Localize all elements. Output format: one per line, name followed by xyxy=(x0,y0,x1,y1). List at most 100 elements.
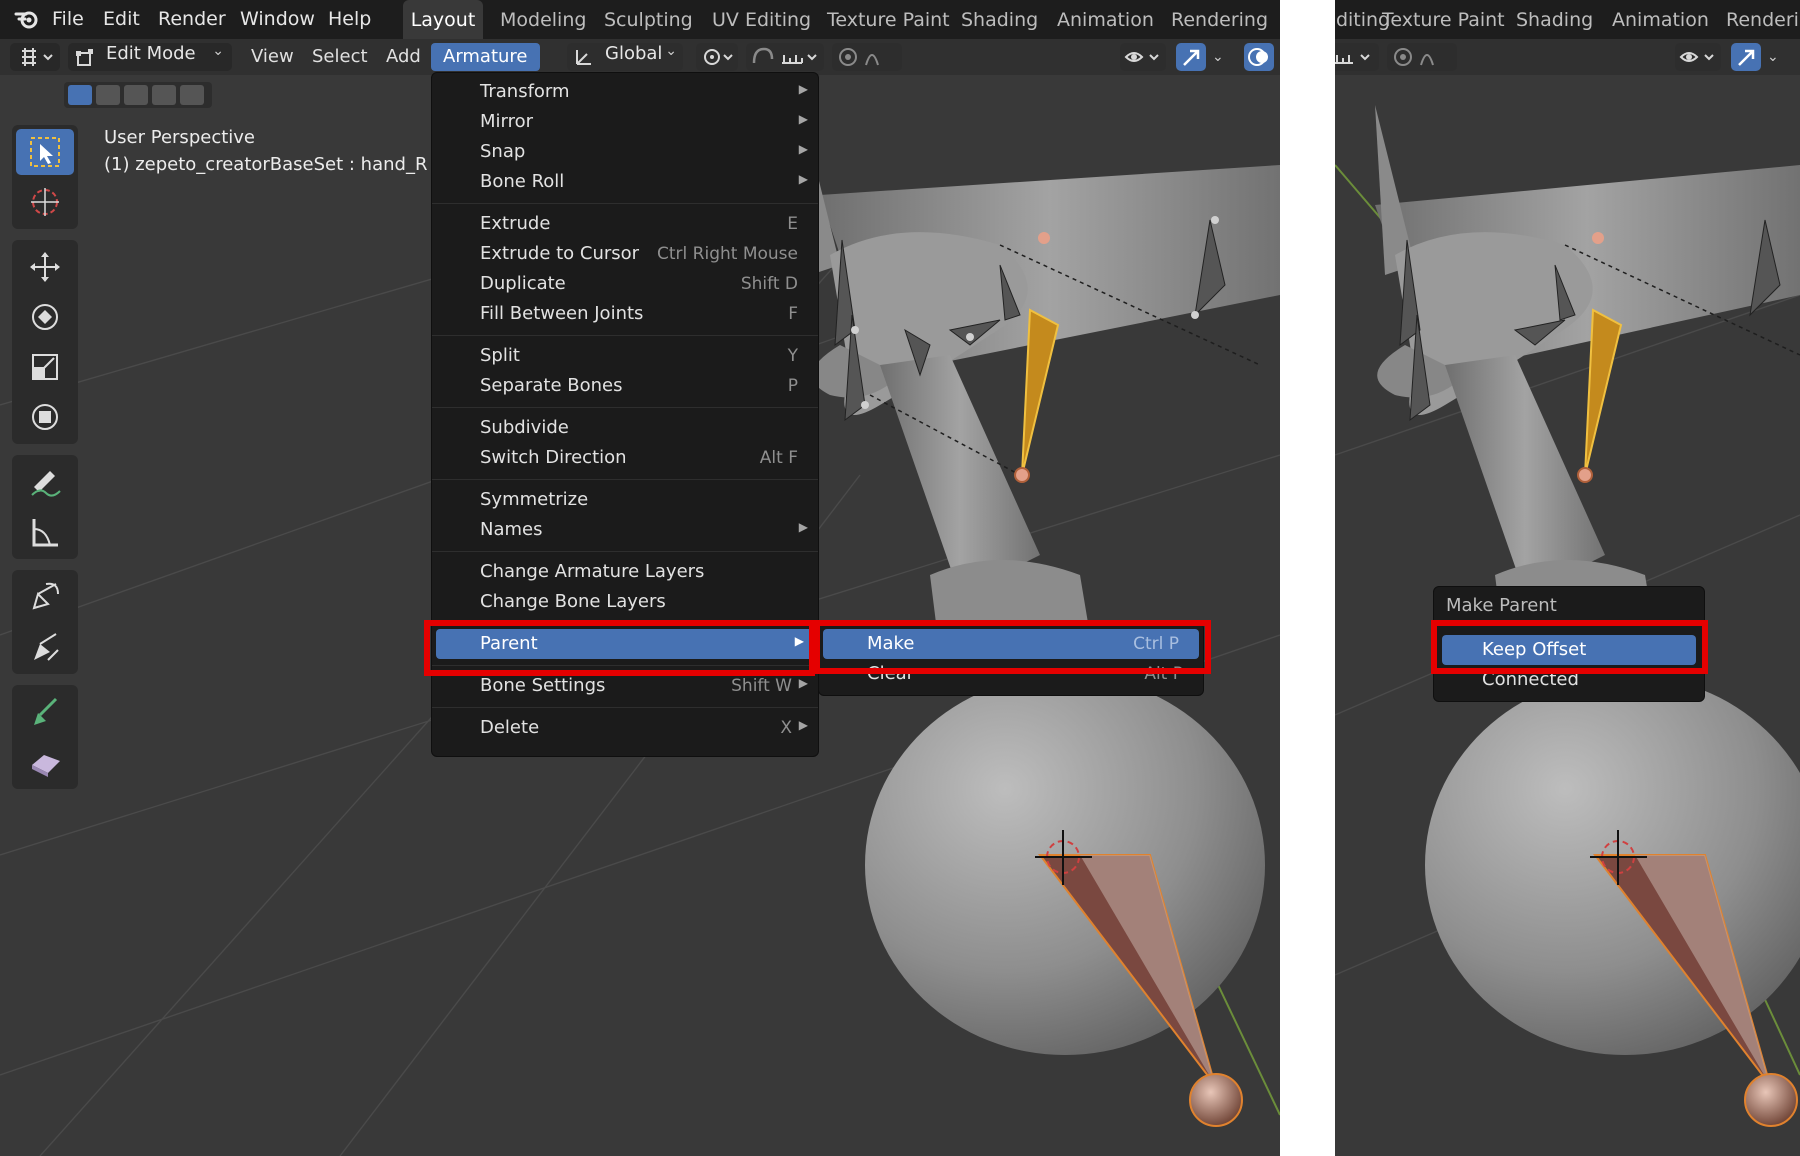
viewport-object-label: (1) zepeto_creatorBaseSet : hand_R xyxy=(104,154,428,175)
top-menubar: UV Editing Texture Paint Shading Animati… xyxy=(1335,0,1800,39)
select-menu[interactable]: Select xyxy=(312,43,368,71)
select-intersect-icon[interactable] xyxy=(180,85,204,105)
menu-item-mirror[interactable]: Mirror ▶ xyxy=(432,107,818,137)
highlight-box-keep-offset xyxy=(1431,620,1708,674)
menu-render[interactable]: Render xyxy=(158,0,226,39)
select-extend-icon[interactable] xyxy=(96,85,120,105)
submenu-arrow-icon: ▶ xyxy=(798,142,808,156)
menu-item-snap[interactable]: Snap ▶ xyxy=(432,137,818,167)
viewport-header: Edit Mode ⌄ View Select Add Armature Glo… xyxy=(0,39,1280,75)
cursor-tool[interactable] xyxy=(16,179,74,225)
extrude-tool[interactable] xyxy=(16,689,74,735)
tab-uv-editing[interactable]: UV Editing xyxy=(712,0,811,39)
select-box-tool[interactable] xyxy=(16,129,74,175)
orientation-dropdown[interactable]: Global ⌄ xyxy=(567,43,683,71)
menu-item-extrude-to-cursor[interactable]: Extrude to Cursor Ctrl Right Mouse xyxy=(432,239,818,269)
roll-tool[interactable] xyxy=(16,574,74,620)
tab-rendering[interactable]: Rendering xyxy=(1171,0,1268,39)
annotate-tool[interactable] xyxy=(16,459,74,505)
toolbar-annotate-group xyxy=(12,455,78,559)
highlight-box-make xyxy=(814,620,1211,674)
gizmo-toggle-button[interactable] xyxy=(1176,43,1206,71)
scale-tool[interactable] xyxy=(16,344,74,390)
tab-modeling[interactable]: Modeling xyxy=(500,0,586,39)
rotate-icon xyxy=(32,304,58,330)
submenu-arrow-icon: ▶ xyxy=(798,172,808,186)
snapping-button[interactable] xyxy=(1335,43,1379,71)
menu-item-delete[interactable]: Delete X ▶ xyxy=(432,713,818,743)
menu-item-separate-bones[interactable]: Separate Bones P xyxy=(432,371,818,401)
armature-menu[interactable]: Armature xyxy=(431,43,540,71)
tab-rendering[interactable]: Rendering xyxy=(1726,0,1800,39)
menu-item-split[interactable]: Split Y xyxy=(432,341,818,371)
eraser-icon xyxy=(32,755,60,777)
snapping-button[interactable] xyxy=(746,43,824,71)
view-menu[interactable]: View xyxy=(251,43,294,71)
tab-layout[interactable]: Layout xyxy=(403,0,483,39)
menu-item-change-bone-layers[interactable]: Change Bone Layers xyxy=(432,587,818,617)
menu-item-duplicate[interactable]: Duplicate Shift D xyxy=(432,269,818,299)
menu-separator xyxy=(432,203,818,204)
bone-size-tool[interactable] xyxy=(16,624,74,670)
menu-item-switch-direction[interactable]: Switch Direction Alt F xyxy=(432,443,818,473)
measure-tool[interactable] xyxy=(16,509,74,555)
submenu-arrow-icon: ▶ xyxy=(798,676,808,690)
menu-help[interactable]: Help xyxy=(328,0,371,39)
move-tool[interactable] xyxy=(16,244,74,290)
visibility-button[interactable] xyxy=(1120,43,1166,71)
menu-separator xyxy=(432,407,818,408)
bone-size-icon xyxy=(34,633,59,661)
proportional-editing-button[interactable] xyxy=(832,43,902,71)
menu-item-extrude[interactable]: Extrude E xyxy=(432,209,818,239)
eraser-tool[interactable] xyxy=(16,739,74,785)
tab-animation[interactable]: Animation xyxy=(1612,0,1709,39)
rotate-tool[interactable] xyxy=(16,294,74,340)
gizmo-toggle-button[interactable] xyxy=(1731,43,1761,71)
menu-item-subdivide[interactable]: Subdivide xyxy=(432,413,818,443)
transform-tool[interactable] xyxy=(16,394,74,440)
menu-item-change-armature-layers[interactable]: Change Armature Layers xyxy=(432,557,818,587)
tab-shading[interactable]: Shading xyxy=(961,0,1038,39)
tab-texture-paint[interactable]: Texture Paint xyxy=(1382,0,1505,39)
select-new-icon[interactable] xyxy=(68,85,92,105)
viewport-header: ⌄ xyxy=(1335,39,1800,75)
menu-item-names[interactable]: Names ▶ xyxy=(432,515,818,545)
tab-shading[interactable]: Shading xyxy=(1516,0,1593,39)
mode-dropdown[interactable]: Edit Mode ⌄ xyxy=(68,43,232,71)
highlight-box-parent xyxy=(424,620,815,676)
proportional-editing-button[interactable] xyxy=(1387,43,1457,71)
menu-edit[interactable]: Edit xyxy=(103,0,140,39)
add-menu[interactable]: Add xyxy=(386,43,421,71)
chevron-down-icon: ⌄ xyxy=(212,43,224,59)
toolbar-transform-group xyxy=(12,240,78,444)
chevron-down-icon[interactable]: ⌄ xyxy=(1767,43,1779,71)
overlays-button[interactable] xyxy=(1244,43,1274,71)
menu-item-symmetrize[interactable]: Symmetrize xyxy=(432,485,818,515)
viewport-perspective-label: User Perspective xyxy=(104,127,255,148)
select-subtract-icon[interactable] xyxy=(124,85,148,105)
blender-logo-icon[interactable] xyxy=(14,0,40,39)
menu-separator xyxy=(432,479,818,480)
submenu-arrow-icon: ▶ xyxy=(798,82,808,96)
menu-separator xyxy=(432,551,818,552)
menu-separator xyxy=(432,707,818,708)
submenu-arrow-icon: ▶ xyxy=(798,520,808,534)
menu-file[interactable]: File xyxy=(52,0,84,39)
editor-type-button[interactable] xyxy=(10,43,60,71)
menu-item-bone-roll[interactable]: Bone Roll ▶ xyxy=(432,167,818,197)
tab-sculpting[interactable]: Sculpting xyxy=(604,0,693,39)
tab-animation[interactable]: Animation xyxy=(1057,0,1154,39)
select-invert-icon[interactable] xyxy=(152,85,176,105)
visibility-button[interactable] xyxy=(1675,43,1721,71)
selection-mode-group[interactable] xyxy=(64,82,212,108)
tab-texture-paint[interactable]: Texture Paint xyxy=(827,0,950,39)
chevron-down-icon: ⌄ xyxy=(665,43,677,59)
menu-item-fill-between-joints[interactable]: Fill Between Joints F xyxy=(432,299,818,329)
toolbar-select-group xyxy=(12,125,78,229)
edit-mode-icon xyxy=(74,46,96,72)
extrude-bone-icon xyxy=(34,697,58,725)
menu-window[interactable]: Window xyxy=(240,0,315,39)
pivot-point-button[interactable] xyxy=(696,43,738,71)
menu-item-transform[interactable]: Transform ▶ xyxy=(432,77,818,107)
chevron-down-icon[interactable]: ⌄ xyxy=(1212,43,1224,71)
